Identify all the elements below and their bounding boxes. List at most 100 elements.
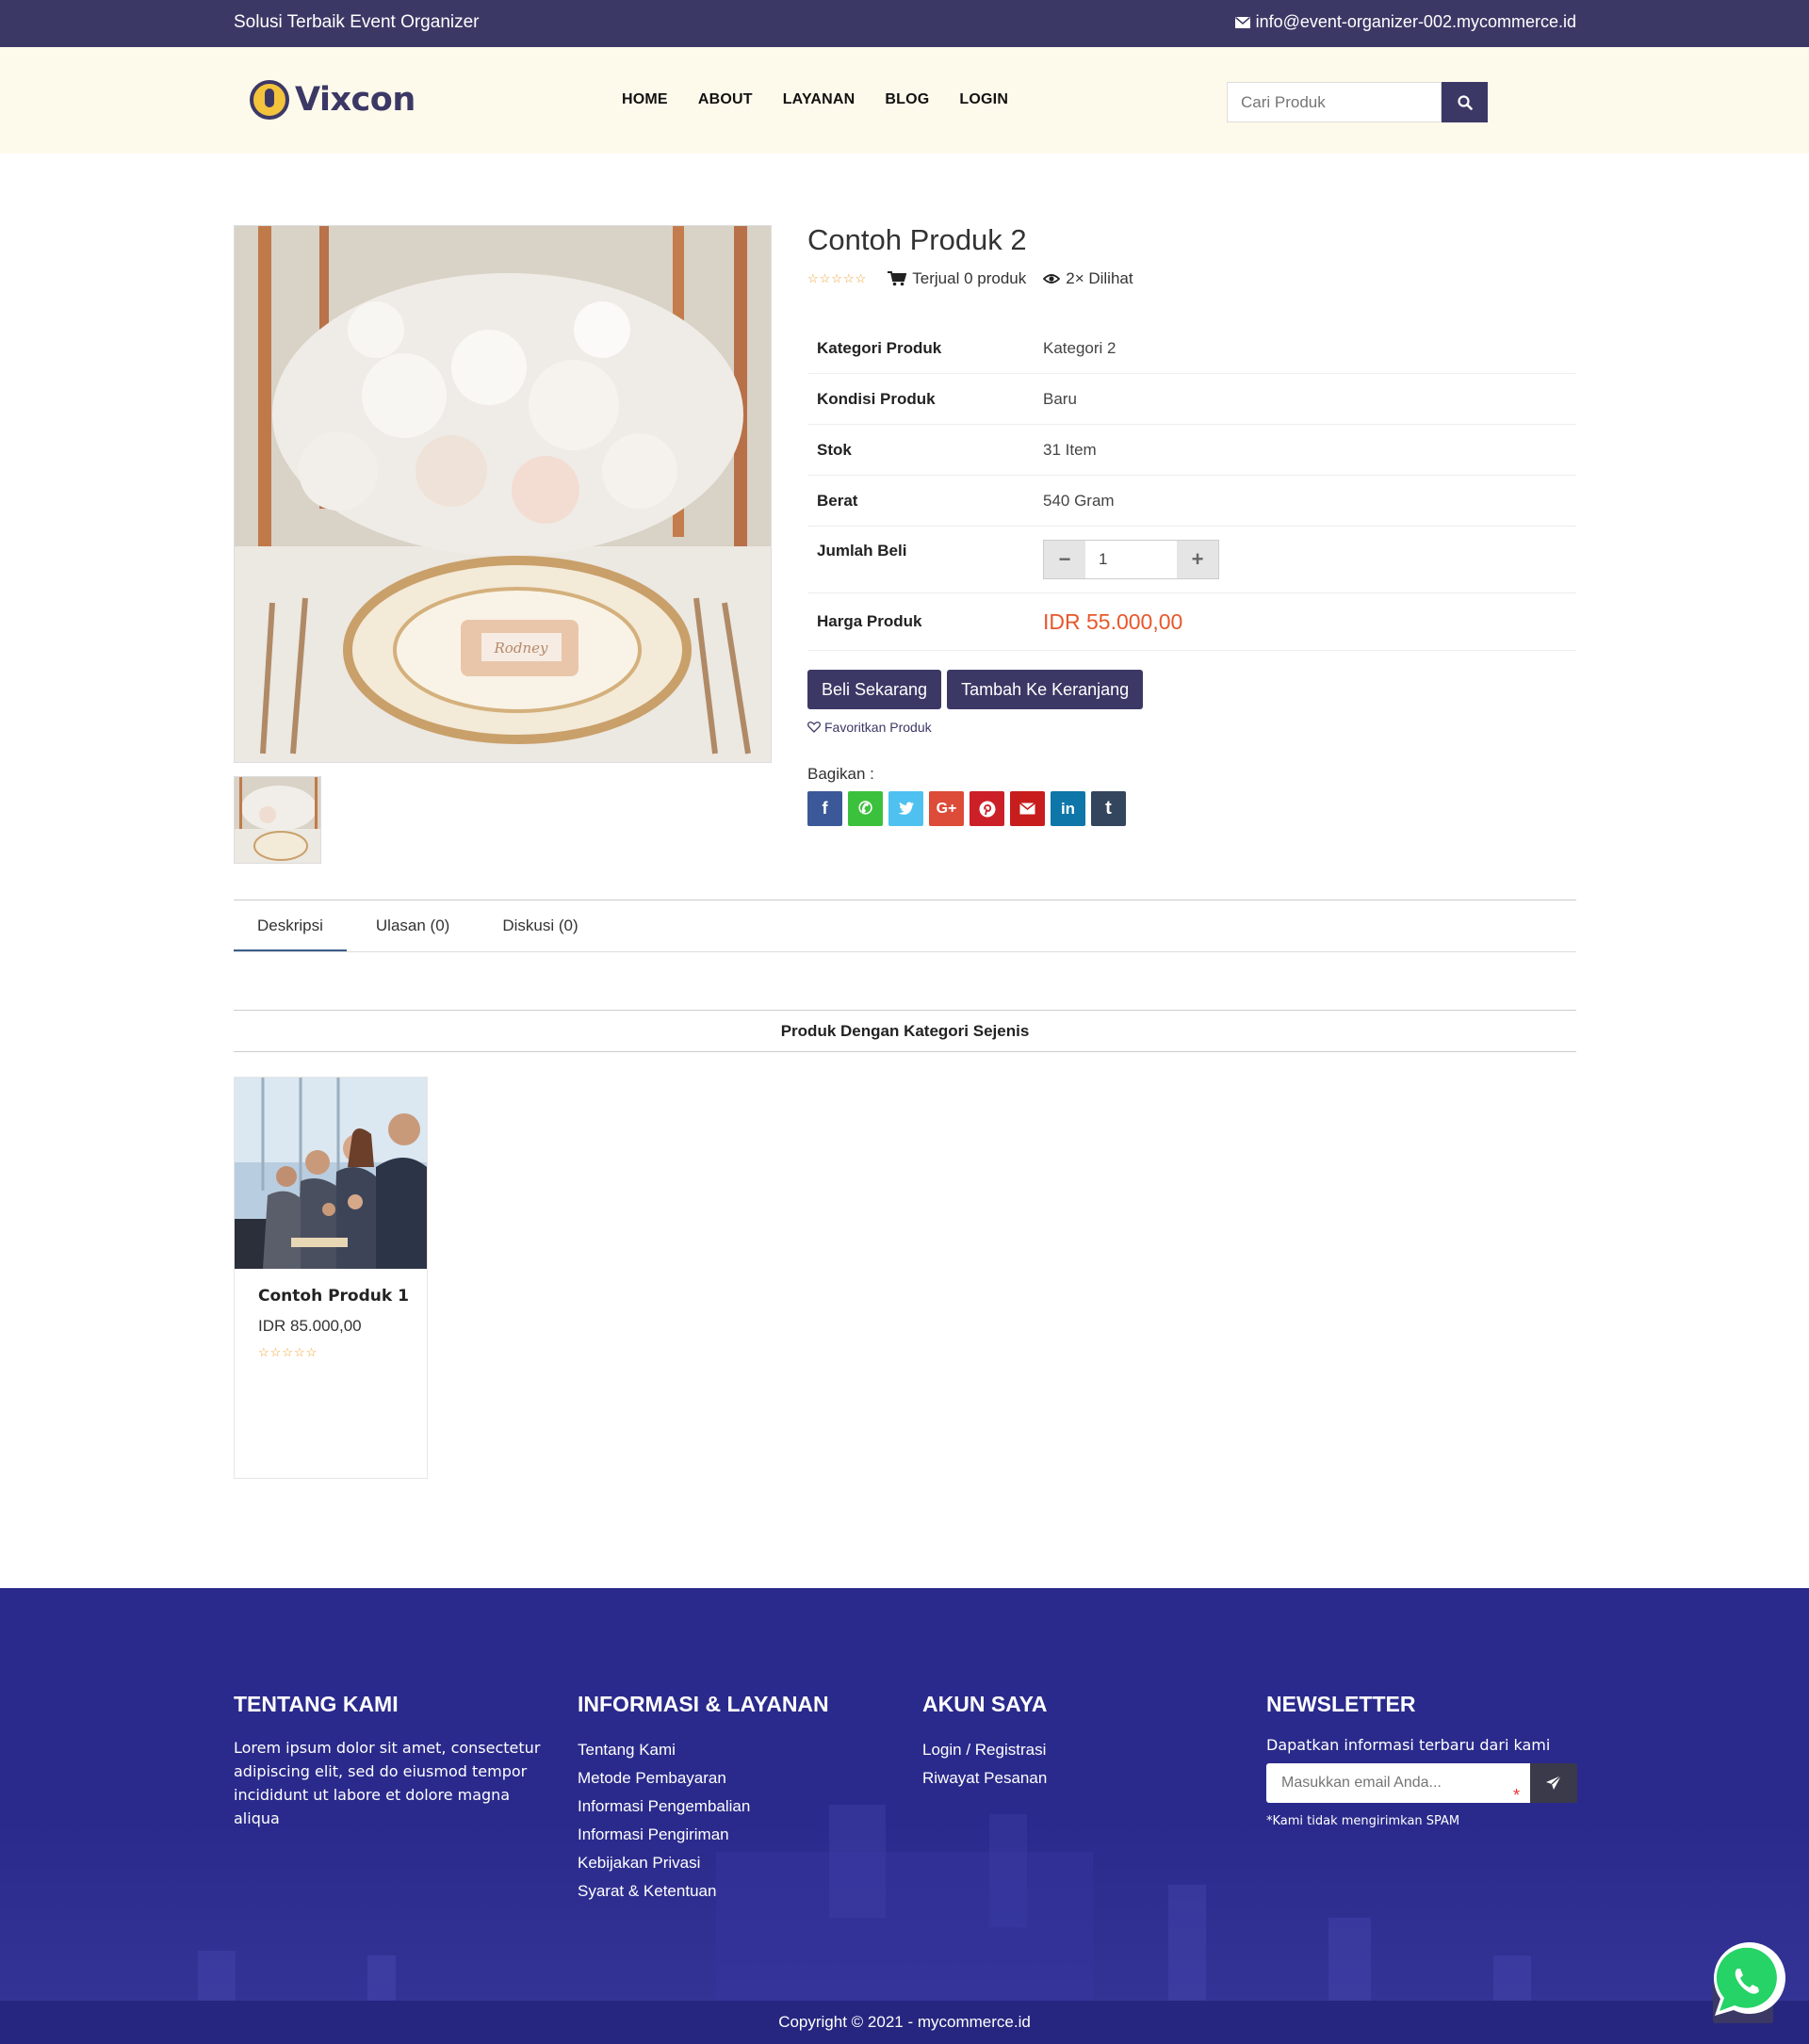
view-count-text: 2× Dilihat bbox=[1066, 269, 1133, 287]
contact-email-text: info@event-organizer-002.mycommerce.id bbox=[1255, 12, 1576, 31]
footer-link-terms[interactable]: Syarat & Ketentuan bbox=[578, 1877, 829, 1906]
newsletter-email-input[interactable] bbox=[1266, 1763, 1530, 1803]
share-linkedin-button[interactable]: in bbox=[1051, 791, 1085, 826]
nav-blog[interactable]: BLOG bbox=[885, 91, 929, 108]
spec-row-condition: Kondisi Produk Baru bbox=[807, 374, 1576, 425]
add-to-cart-button[interactable]: Tambah Ke Keranjang bbox=[947, 670, 1144, 709]
svg-text:Rodney: Rodney bbox=[494, 640, 548, 657]
whatsapp-icon: ✆ bbox=[857, 799, 873, 818]
top-bar: Solusi Terbaik Event Organizer info@even… bbox=[0, 0, 1809, 47]
tagline: Solusi Terbaik Event Organizer bbox=[234, 12, 480, 32]
product-title: Contoh Produk 2 bbox=[807, 223, 1027, 256]
brand-name: Vixcon bbox=[295, 81, 416, 119]
tumblr-icon: t bbox=[1105, 798, 1112, 819]
price-label: Harga Produk bbox=[817, 612, 922, 630]
quantity-decrease-button[interactable]: − bbox=[1044, 541, 1085, 578]
share-facebook-button[interactable]: f bbox=[807, 791, 842, 826]
footer-link-payment[interactable]: Metode Pembayaran bbox=[578, 1764, 829, 1793]
product-card-rating-stars: ☆☆☆☆☆ bbox=[258, 1345, 318, 1359]
share-pinterest-button[interactable] bbox=[970, 791, 1004, 826]
search-input[interactable] bbox=[1227, 82, 1442, 122]
facebook-icon: f bbox=[822, 799, 828, 818]
newsletter-description: Dapatkan informasi terbaru dari kami bbox=[1266, 1736, 1551, 1754]
product-main-image[interactable]: Rodney bbox=[234, 225, 772, 763]
share-twitter-button[interactable] bbox=[888, 791, 923, 826]
product-card-name[interactable]: Contoh Produk 1 bbox=[258, 1287, 409, 1306]
quantity-increase-button[interactable]: + bbox=[1177, 541, 1218, 578]
nav-layanan[interactable]: LAYANAN bbox=[783, 91, 856, 108]
site-logo[interactable]: Vixcon bbox=[250, 80, 416, 120]
newsletter-submit-button[interactable] bbox=[1530, 1763, 1577, 1803]
eye-icon bbox=[1043, 274, 1061, 284]
microphone-icon bbox=[250, 80, 289, 120]
sold-count: Terjual 0 produk bbox=[888, 269, 1026, 288]
cart-icon bbox=[888, 271, 907, 286]
whatsapp-floating-button[interactable] bbox=[1702, 1942, 1809, 2020]
share-google-plus-button[interactable]: G+ bbox=[929, 791, 964, 826]
footer-link-shipping[interactable]: Informasi Pengiriman bbox=[578, 1821, 829, 1849]
footer-info: INFORMASI & LAYANAN Tentang Kami Metode … bbox=[578, 1692, 829, 1906]
spec-row-quantity: Jumlah Beli − 1 + bbox=[807, 527, 1576, 593]
nav-home[interactable]: HOME bbox=[622, 91, 668, 108]
product-rating-stars: ☆☆☆☆☆ bbox=[807, 271, 868, 285]
product-card-image[interactable] bbox=[235, 1078, 427, 1269]
footer-link-about[interactable]: Tentang Kami bbox=[578, 1736, 829, 1764]
product-card[interactable]: Contoh Produk 1 IDR 85.000,00 ☆☆☆☆☆ bbox=[234, 1077, 428, 1479]
product-meta: ☆☆☆☆☆ Terjual 0 produk 2× Dilihat bbox=[807, 269, 1133, 288]
footer-link-login[interactable]: Login / Registrasi bbox=[922, 1736, 1048, 1764]
tab-description[interactable]: Deskripsi bbox=[234, 900, 347, 951]
share-buttons: f ✆ G+ in t bbox=[807, 791, 1126, 826]
share-whatsapp-button[interactable]: ✆ bbox=[848, 791, 883, 826]
spec-value: 31 Item bbox=[1043, 440, 1097, 459]
favorite-link-text: Favoritkan Produk bbox=[824, 720, 932, 735]
spec-value: 540 Gram bbox=[1043, 491, 1115, 510]
nav-login[interactable]: LOGIN bbox=[959, 91, 1008, 108]
product-thumbnail[interactable] bbox=[234, 776, 321, 864]
paper-plane-icon bbox=[1546, 1775, 1562, 1790]
spec-label: Stok bbox=[817, 440, 852, 459]
favorite-link[interactable]: Favoritkan Produk bbox=[807, 720, 932, 735]
twitter-icon bbox=[898, 802, 914, 815]
share-tumblr-button[interactable]: t bbox=[1091, 791, 1126, 826]
whatsapp-icon bbox=[1713, 1942, 1785, 2016]
footer-link-orders[interactable]: Riwayat Pesanan bbox=[922, 1764, 1048, 1793]
share-email-button[interactable] bbox=[1010, 791, 1045, 826]
contact-email[interactable]: info@event-organizer-002.mycommerce.id bbox=[1234, 12, 1576, 32]
spec-row-price: Harga Produk IDR 55.000,00 bbox=[807, 593, 1576, 651]
quantity-label: Jumlah Beli bbox=[817, 542, 907, 560]
footer-link-privacy[interactable]: Kebijakan Privasi bbox=[578, 1849, 829, 1877]
email-icon bbox=[1019, 803, 1035, 815]
tab-reviews[interactable]: Ulasan (0) bbox=[352, 900, 473, 951]
quantity-input[interactable]: 1 bbox=[1085, 541, 1177, 578]
product-card-price: IDR 85.000,00 bbox=[258, 1317, 362, 1335]
spec-label: Berat bbox=[817, 491, 858, 510]
footer-account: AKUN SAYA Login / Registrasi Riwayat Pes… bbox=[922, 1692, 1048, 1793]
footer-link-returns[interactable]: Informasi Pengembalian bbox=[578, 1793, 829, 1821]
main-nav: HOME ABOUT LAYANAN BLOG LOGIN bbox=[622, 91, 1008, 108]
view-count: 2× Dilihat bbox=[1043, 269, 1133, 288]
search-button[interactable] bbox=[1442, 82, 1488, 122]
spec-label: Kategori Produk bbox=[817, 338, 942, 357]
search-icon bbox=[1457, 94, 1473, 110]
related-products-heading: Produk Dengan Kategori Sejenis bbox=[234, 1010, 1576, 1052]
required-marker: * bbox=[1513, 1786, 1521, 1805]
table-setting-photo: Rodney bbox=[235, 226, 771, 762]
linkedin-icon: in bbox=[1060, 799, 1076, 818]
spec-row-stock: Stok 31 Item bbox=[807, 425, 1576, 476]
product-spec-table: Kategori Produk Kategori 2 Kondisi Produ… bbox=[807, 323, 1576, 651]
google-plus-icon: G+ bbox=[936, 800, 957, 817]
search-bar bbox=[1227, 82, 1488, 122]
nav-about[interactable]: ABOUT bbox=[698, 91, 753, 108]
copyright: Copyright © 2021 - mycommerce.id bbox=[0, 2001, 1809, 2044]
tab-discussion[interactable]: Diskusi (0) bbox=[479, 900, 601, 951]
table-setting-thumbnail bbox=[235, 777, 320, 863]
buy-now-button[interactable]: Beli Sekarang bbox=[807, 670, 942, 709]
sold-count-text: Terjual 0 produk bbox=[912, 269, 1027, 287]
pinterest-icon bbox=[979, 801, 995, 817]
footer-newsletter-title: NEWSLETTER bbox=[1266, 1692, 1416, 1716]
envelope-icon bbox=[1234, 16, 1250, 28]
footer-about-text: Lorem ipsum dolor sit amet, consectetur … bbox=[234, 1739, 541, 1827]
site-header: Vixcon HOME ABOUT LAYANAN BLOG LOGIN bbox=[0, 47, 1809, 154]
spec-label: Kondisi Produk bbox=[817, 389, 936, 408]
spec-value: Baru bbox=[1043, 389, 1077, 408]
